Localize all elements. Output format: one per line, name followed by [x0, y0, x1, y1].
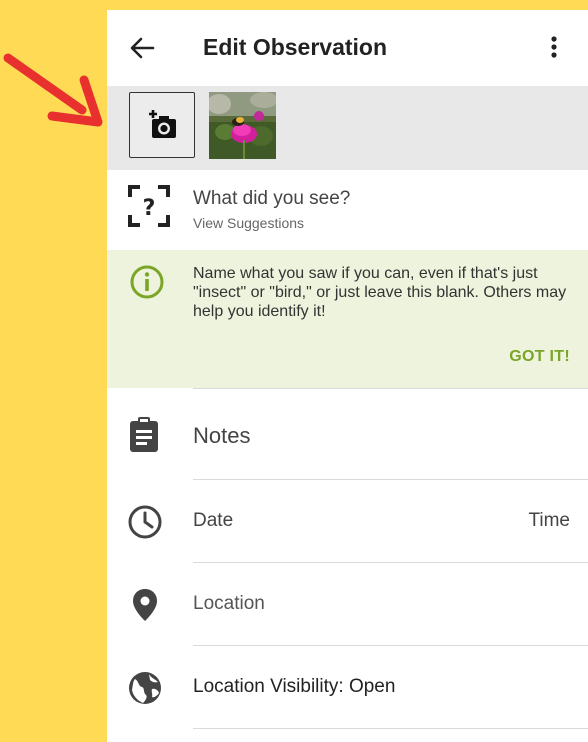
location-visibility-label: Location Visibility: Open [193, 676, 396, 697]
photo-thumbnail-image [209, 92, 276, 159]
location-pin-icon [133, 589, 157, 621]
location-label: Location [193, 593, 265, 614]
date-label[interactable]: Date [193, 510, 233, 532]
clipboard-icon [130, 417, 158, 452]
time-label[interactable]: Time [528, 510, 570, 532]
notes-field[interactable]: Notes [130, 388, 588, 479]
clock-icon [128, 505, 162, 539]
more-vert-icon[interactable] [545, 34, 563, 62]
location-visibility-row[interactable]: Location Visibility: Open [129, 645, 588, 728]
got-it-button[interactable]: GOT IT! [509, 348, 570, 366]
view-suggestions-link[interactable]: View Suggestions [193, 215, 304, 231]
unknown-species-icon: ? [128, 185, 170, 227]
location-row[interactable]: Location [133, 562, 588, 645]
divider [193, 728, 588, 729]
globe-icon [129, 672, 161, 704]
add-photo-icon [149, 110, 176, 138]
photo-strip [107, 86, 588, 170]
page-title: Edit Observation [203, 34, 388, 60]
date-time-row[interactable]: Date Time [128, 479, 588, 562]
photo-thumbnail[interactable] [209, 92, 276, 159]
notes-placeholder: Notes [193, 423, 251, 448]
species-prompt: What did you see? [193, 188, 351, 209]
info-icon [130, 265, 164, 299]
identification-tip: Name what you saw if you can, even if th… [107, 250, 588, 388]
svg-text:?: ? [143, 196, 156, 221]
annotation-arrow [3, 53, 103, 127]
app-bar: Edit Observation [107, 10, 588, 86]
back-arrow-icon[interactable] [127, 34, 159, 62]
add-photo-button[interactable] [129, 92, 195, 158]
tip-text: Name what you saw if you can, even if th… [193, 265, 567, 320]
phone-screen: Edit Observation ? What did you see? Vie… [107, 10, 588, 742]
species-selector[interactable]: ? What did you see? View Suggestions [107, 170, 588, 250]
